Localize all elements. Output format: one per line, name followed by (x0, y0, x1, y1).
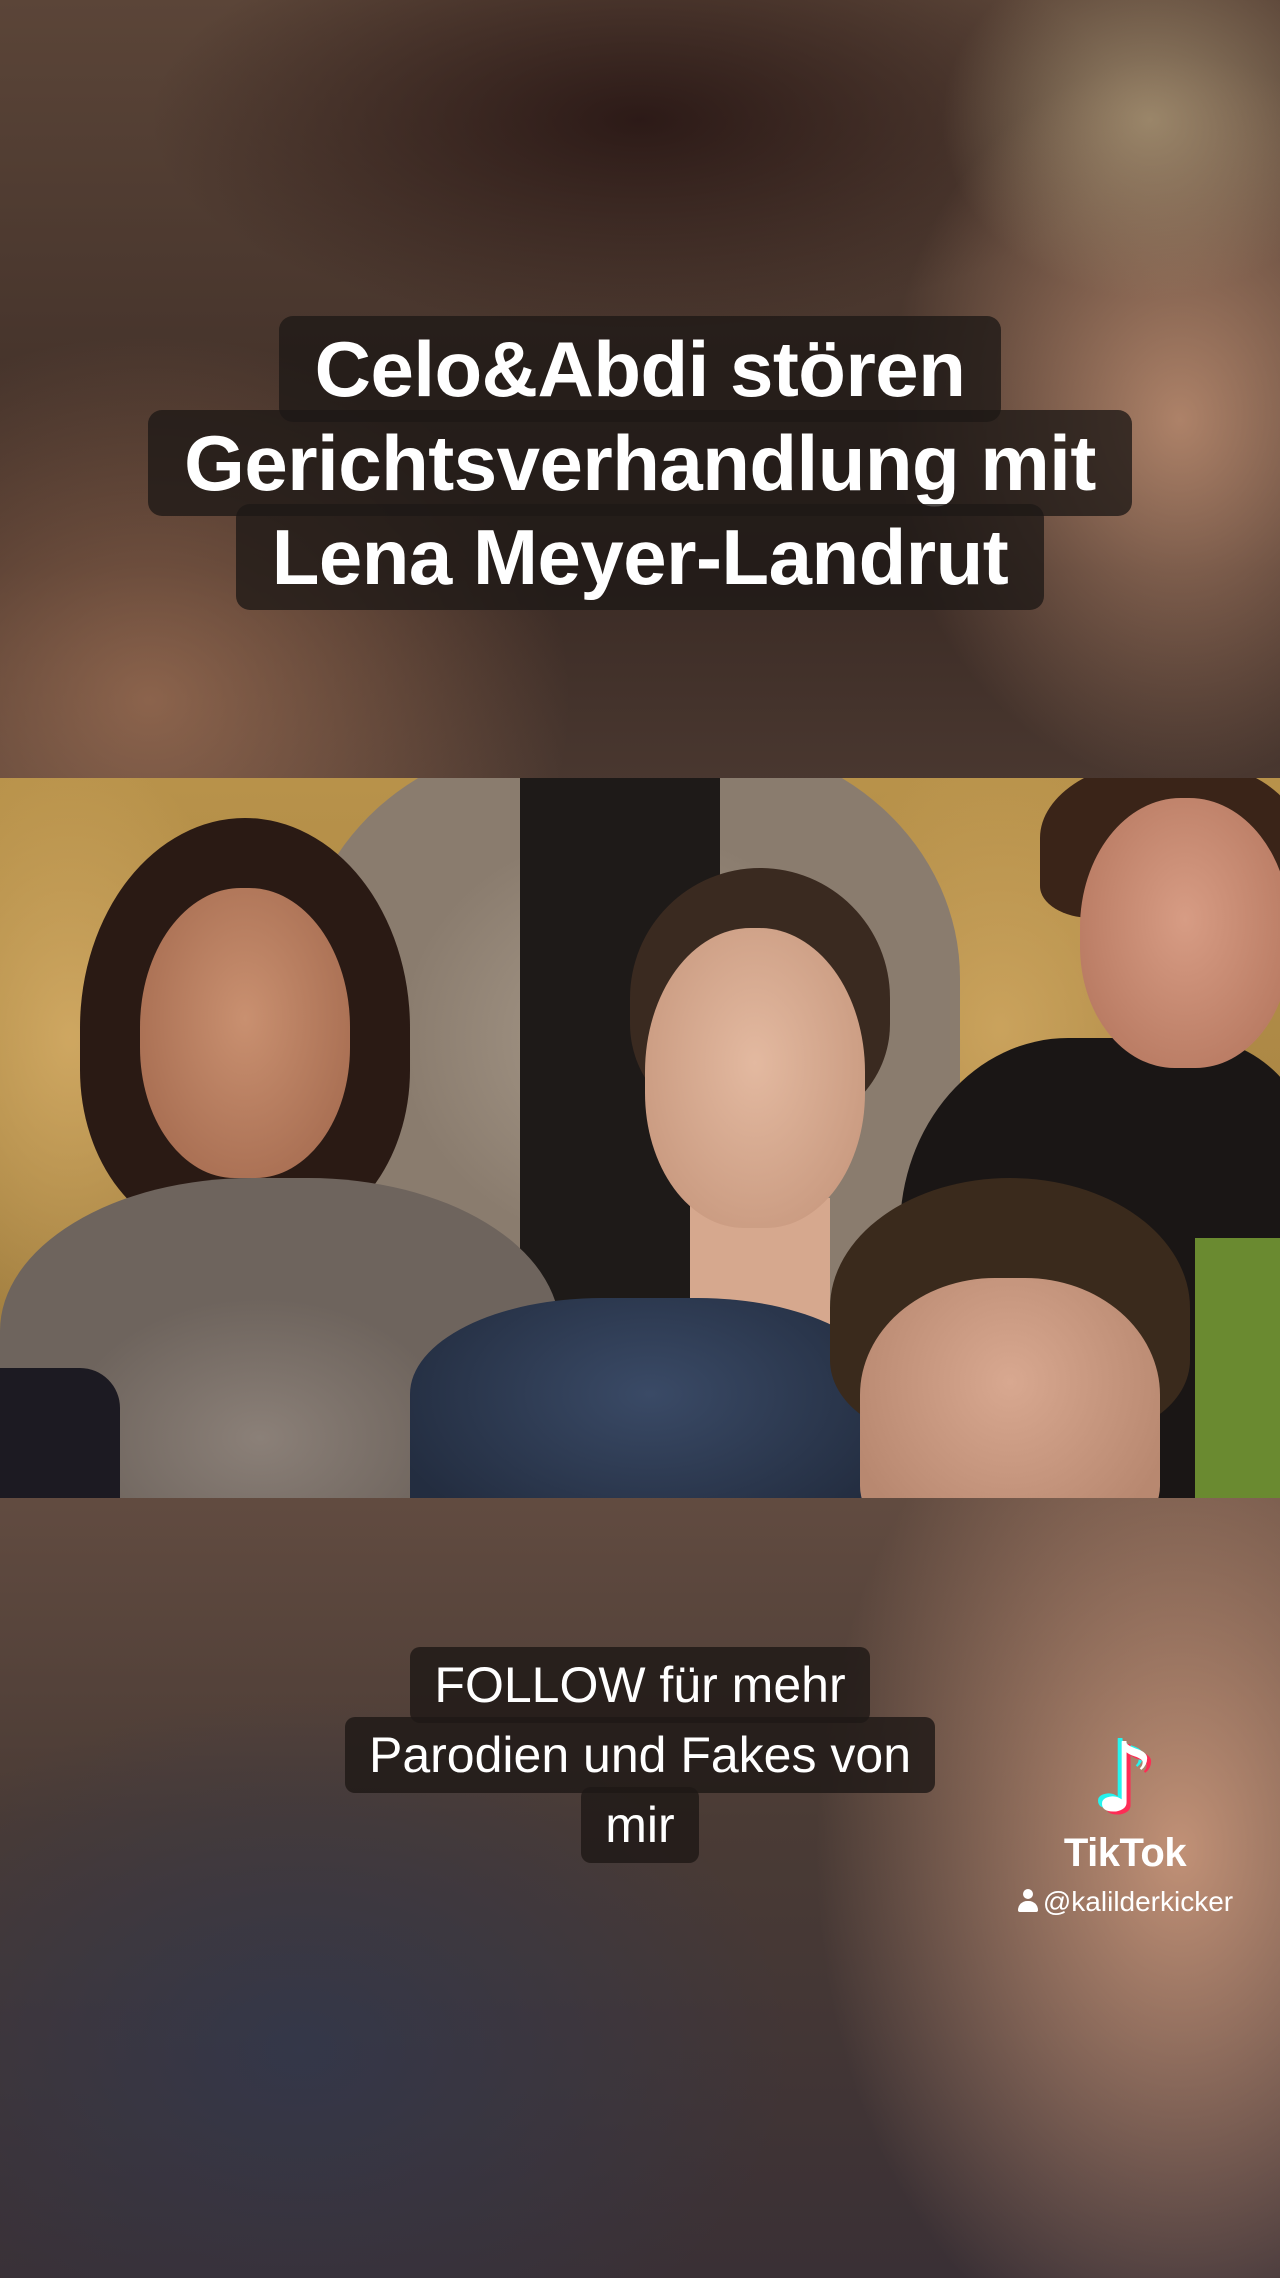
background-glow (940, 0, 1280, 300)
video-title-overlay: Celo&Abdi stören Gerichtsverhandlung mit… (0, 316, 1280, 610)
man-front-face (860, 1278, 1160, 1498)
tiktok-brand-label: TikTok (1063, 1831, 1187, 1875)
video-screen[interactable]: Celo&Abdi stören Gerichtsverhandlung mit… (0, 0, 1280, 2278)
woman-right-face (1080, 798, 1280, 1068)
woman-left-face (140, 888, 350, 1178)
woman-center-denim-jacket (410, 1298, 890, 1498)
creator-handle: @kalilderkicker (1000, 1886, 1250, 1918)
woman-center-face (645, 928, 865, 1228)
title-line-1: Celo&Abdi stören (278, 316, 1002, 422)
tiktok-note-icon: ♪ ♪ ♪ (1090, 1719, 1160, 1837)
video-frame-image (0, 778, 1280, 1498)
green-shirt (1195, 1238, 1280, 1498)
creator-handle-text: @kalilderkicker (1042, 1886, 1234, 1917)
user-icon (1017, 1889, 1039, 1913)
title-line-2: Gerichtsverhandlung mit (148, 410, 1132, 516)
title-line-3: Lena Meyer-Landrut (235, 504, 1045, 610)
caption-line-1: FOLLOW für mehr (410, 1647, 870, 1723)
caption-line-2: Parodien und Fakes von (344, 1717, 936, 1793)
caption-line-3: mir (581, 1787, 699, 1863)
tiktok-watermark: ♪ ♪ ♪ TikTok @kalilderkicker (1000, 1725, 1250, 1918)
dark-corner-shape (0, 1368, 120, 1498)
